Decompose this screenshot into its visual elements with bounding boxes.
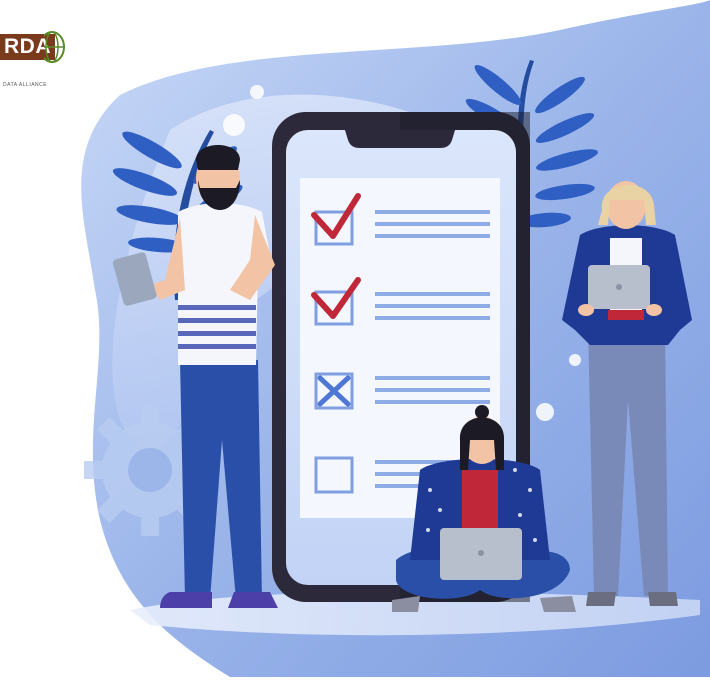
logo-tagline: DATA ALLIANCE — [3, 82, 48, 88]
text-line — [375, 400, 490, 404]
rda-logo: RDA DATA ALLIANCE — [0, 31, 80, 94]
text-line — [375, 316, 490, 320]
text-line — [375, 376, 490, 380]
text-line — [375, 210, 490, 214]
checklist-illustration — [81, 0, 710, 677]
text-line — [375, 234, 490, 238]
text-line — [375, 292, 490, 296]
text-line — [375, 388, 490, 392]
text-line — [375, 222, 490, 226]
illustration-canvas: RDA DATA ALLIANCE — [0, 0, 710, 677]
logo-globe-icon — [44, 31, 65, 63]
text-line — [375, 304, 490, 308]
phone-notch — [345, 130, 455, 148]
